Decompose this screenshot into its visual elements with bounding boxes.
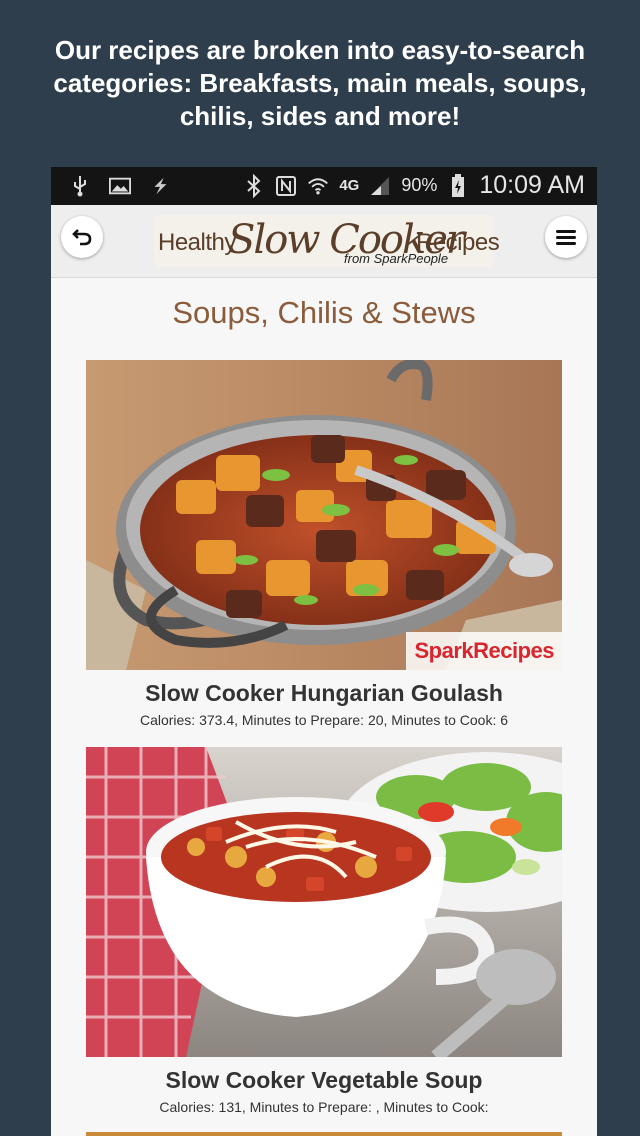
app-logo: Healthy Slow Cooker Recipes from SparkPe…: [154, 215, 500, 267]
back-arrow-icon: [72, 229, 92, 246]
section-title: Soups, Chilis & Stews: [172, 295, 476, 330]
hamburger-menu-icon: [556, 230, 576, 245]
battery-icon: [447, 173, 469, 197]
battery-percent: 90%: [401, 175, 438, 195]
nfc-icon: [275, 175, 297, 197]
bluetooth-icon: [243, 173, 265, 198]
recipe-meta: Calories: 131, Minutes to Prepare: , Min…: [159, 1099, 489, 1115]
recipe-image-goulash[interactable]: SparkRecipes: [86, 360, 562, 670]
logo-healthy-text: Healthy: [158, 229, 236, 256]
recipe-card-vegetable-soup[interactable]: Slow Cooker Vegetable Soup Calories: 131…: [86, 747, 562, 1115]
usb-icon: [69, 175, 91, 197]
menu-button[interactable]: [545, 216, 587, 258]
recipe-title[interactable]: Slow Cooker Vegetable Soup: [86, 1067, 562, 1094]
logo-from-text: from SparkPeople: [344, 251, 449, 266]
sparkrecipes-watermark: SparkRecipes: [414, 638, 554, 663]
status-bar: 4G 90% 10:09 AM: [51, 167, 597, 205]
network-type: 4G: [339, 177, 360, 194]
wifi-icon: [307, 175, 329, 197]
promo-caption: Our recipes are broken into easy-to-sear…: [53, 35, 587, 131]
next-recipe-image-peek[interactable]: [86, 1132, 562, 1136]
clock: 10:09 AM: [479, 171, 585, 199]
signal-icon: [369, 175, 391, 197]
app-header: Healthy Slow Cooker Recipes from SparkPe…: [51, 205, 597, 278]
recipe-image-vegetable-soup[interactable]: [86, 747, 562, 1057]
back-button[interactable]: [61, 216, 103, 258]
recipe-card-goulash[interactable]: SparkRecipes Slow Cooker Hungarian Goula…: [86, 360, 562, 728]
image-icon: [109, 175, 131, 197]
flash-icon: [149, 175, 171, 197]
recipe-title[interactable]: Slow Cooker Hungarian Goulash: [86, 680, 562, 707]
recipe-meta: Calories: 373.4, Minutes to Prepare: 20,…: [139, 712, 509, 728]
phone-screen: 4G 90% 10:09 AM Healthy Slow Cooker Reci…: [51, 167, 597, 1136]
